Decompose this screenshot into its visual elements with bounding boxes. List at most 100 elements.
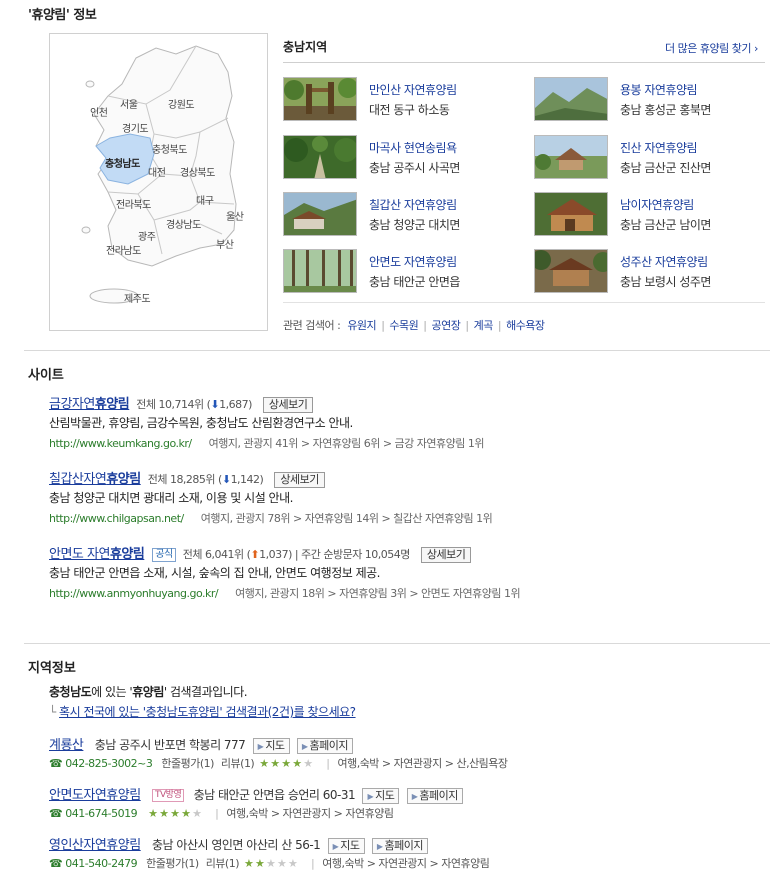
forest-name[interactable]: 안면도 자연휴양림 <box>369 253 457 270</box>
place-name-link[interactable]: 계룡산 <box>49 738 84 753</box>
regional-intro: 충청남도에 있는 '휴양림' 검색결과입니다. <box>49 685 248 699</box>
section-title-info: '휴양림' 정보 <box>28 8 97 23</box>
place-phone: ☎ 041-540-2479 <box>49 857 138 870</box>
forest-address: 충남 보령시 성주면 <box>620 275 711 289</box>
map-label-busan[interactable]: 부산 <box>216 236 234 251</box>
forest-thumbnail[interactable] <box>283 192 357 236</box>
map-label-chungbuk[interactable]: 충청북도 <box>152 141 187 156</box>
forest-name[interactable]: 진산 자연휴양림 <box>620 139 698 156</box>
detail-button[interactable]: 상세보기 <box>420 547 472 563</box>
forest-card[interactable]: 남이자연휴양림 충남 금산군 남이면 <box>534 192 769 236</box>
forest-card[interactable]: 만인산 자연휴양림 대전 동구 하소동 <box>283 77 518 121</box>
forest-address: 충남 청양군 대치면 <box>369 218 460 232</box>
map-button[interactable]: ▶ 지도 <box>362 787 400 804</box>
site-url[interactable]: http://www.keumkang.go.kr/ <box>49 437 192 450</box>
region-divider-bottom <box>283 302 765 303</box>
section-divider <box>24 643 770 644</box>
map-label-daegu[interactable]: 대구 <box>196 192 214 207</box>
place-name-link[interactable]: 안면도자연휴양림 <box>49 788 141 803</box>
map-label-gyeongnam[interactable]: 경상남도 <box>166 216 201 231</box>
forest-thumbnail[interactable] <box>283 77 357 121</box>
forest-address: 충남 금산군 진산면 <box>620 161 711 175</box>
map-label-jeju[interactable]: 제주도 <box>124 290 151 305</box>
forest-thumbnail[interactable] <box>534 192 608 236</box>
place-address: 충남 태안군 안면읍 승언리 60-31 <box>193 788 356 802</box>
star-filled-icon: ★ <box>259 756 269 770</box>
related-link[interactable]: 계곡 <box>474 319 494 332</box>
forest-thumbnail[interactable] <box>534 249 608 293</box>
tv-badge: TV방영 <box>152 789 185 802</box>
related-link[interactable]: 공연장 <box>432 319 461 332</box>
map-button[interactable]: ▶ 지도 <box>252 737 290 754</box>
forest-card[interactable]: 성주산 자연휴양림 충남 보령시 성주면 <box>534 249 769 293</box>
star-filled-icon: ★ <box>170 806 180 820</box>
forest-name[interactable]: 만인산 자연휴양림 <box>369 81 457 98</box>
place-category: 여행,숙박 > 자연관광지 > 산,산림욕장 <box>337 757 508 770</box>
star-empty-icon: ★ <box>277 856 287 870</box>
alt-search-link[interactable]: 혹시 전국에 있는 '충청남도휴양림' 검색결과(2건)를 찾으세요? <box>59 705 356 719</box>
place-review-count[interactable]: 한줄평가(1) <box>146 857 199 870</box>
play-icon: ▶ <box>367 791 374 801</box>
map-label-daejeon[interactable]: 대전 <box>148 164 166 179</box>
rating-stars: ★ ★ ★ ★ ★ <box>244 857 299 870</box>
site-url[interactable]: http://www.anmyonhuyang.go.kr/ <box>49 587 219 600</box>
related-link[interactable]: 해수욕장 <box>506 319 545 332</box>
forest-thumbnail[interactable] <box>534 77 608 121</box>
place-result: 영인산자연휴양림 충남 아산시 영인면 아산리 산 56-1 ▶ 지도 ▶ 홈페이지… <box>49 837 490 870</box>
site-category-path: 여행지, 관광지 78위 > 자연휴양림 14위 > 칠갑산 자연휴양림 1위 <box>200 512 493 525</box>
forest-card[interactable]: 마곡사 현연송림욕 충남 공주시 사곡면 <box>283 135 518 179</box>
site-rank: 전체 6,041위 (⬆1,037) | 주간 순방문자 10,054명 <box>182 548 411 561</box>
forest-card[interactable]: 진산 자연휴양림 충남 금산군 진산면 <box>534 135 769 179</box>
place-reviews[interactable]: 리뷰(1) <box>206 857 240 870</box>
map-label-incheon[interactable]: 인천 <box>90 104 108 119</box>
site-description: 충남 태안군 안면읍 소재, 시설, 숲속의 집 안내, 안면도 여행정보 제공… <box>49 566 381 580</box>
forest-thumbnail[interactable] <box>283 249 357 293</box>
forest-name[interactable]: 칠갑산 자연휴양림 <box>369 196 457 213</box>
forest-card[interactable]: 칠갑산 자연휴양림 충남 청양군 대치면 <box>283 192 518 236</box>
map-label-chungnam[interactable]: 충청남도 <box>105 155 140 170</box>
site-title-link[interactable]: 금강자연휴양림 <box>49 397 130 412</box>
homepage-button[interactable]: ▶ 홈페이지 <box>296 737 354 754</box>
forest-name[interactable]: 용봉 자연휴양림 <box>620 81 698 98</box>
forest-address: 충남 홍성군 홍북면 <box>620 103 711 117</box>
korea-map[interactable]: 서울 인천 강원도 경기도 충청북도 충청남도 대전 경상북도 전라북도 대구 … <box>49 33 268 331</box>
site-result: 안면도 자연휴양림 공식 전체 6,041위 (⬆1,037) | 주간 순방문… <box>49 543 749 601</box>
map-label-jeonnam[interactable]: 전라남도 <box>106 242 141 257</box>
weekly-visitors: | 주간 순방문자 10,054명 <box>294 548 411 561</box>
forest-name[interactable]: 마곡사 현연송림욕 <box>369 139 457 156</box>
homepage-button[interactable]: ▶ 홈페이지 <box>406 787 463 804</box>
forest-card[interactable]: 안면도 자연휴양림 충남 태안군 안면읍 <box>283 249 518 293</box>
map-label-gyeonggi[interactable]: 경기도 <box>122 120 149 135</box>
map-label-gwangju[interactable]: 광주 <box>138 228 156 243</box>
related-link[interactable]: 수목원 <box>389 319 418 332</box>
map-label-gyeongbuk[interactable]: 경상북도 <box>180 164 215 179</box>
place-reviews[interactable]: 리뷰(1) <box>221 757 255 770</box>
homepage-button[interactable]: ▶ 홈페이지 <box>371 837 429 854</box>
related-searches: 관련 검색어 : 유원지 | 수목원 | 공연장 | 계곡 | 해수욕장 <box>283 319 545 332</box>
map-label-ulsan[interactable]: 울산 <box>226 208 244 223</box>
detail-button[interactable]: 상세보기 <box>262 397 314 413</box>
forest-card[interactable]: 용봉 자연휴양림 충남 홍성군 홍북면 <box>534 77 769 121</box>
forest-name[interactable]: 성주산 자연휴양림 <box>620 253 708 270</box>
detail-button[interactable]: 상세보기 <box>274 472 325 488</box>
place-result: 계룡산 충남 공주시 반포면 학봉리 777 ▶ 지도 ▶ 홈페이지 ☎ 042-8… <box>49 737 508 770</box>
related-link[interactable]: 유원지 <box>347 319 376 332</box>
forest-thumbnail[interactable] <box>534 135 608 179</box>
site-url[interactable]: http://www.chilgapsan.net/ <box>49 512 184 525</box>
site-title-link[interactable]: 칠갑산자연휴양림 <box>49 472 141 487</box>
site-title-link[interactable]: 안면도 자연휴양림 <box>49 547 145 562</box>
place-review-count[interactable]: 한줄평가(1) <box>161 757 214 770</box>
map-button[interactable]: ▶ 지도 <box>327 837 365 854</box>
star-empty-icon: ★ <box>303 756 313 770</box>
more-forests-link[interactable]: 더 많은 휴양림 찾기 › <box>665 40 758 56</box>
star-filled-icon: ★ <box>181 806 191 820</box>
korea-map-shape <box>81 45 237 304</box>
map-label-seoul[interactable]: 서울 <box>120 96 138 111</box>
map-label-gangwon[interactable]: 강원도 <box>168 96 195 111</box>
map-label-jeonbuk[interactable]: 전라북도 <box>116 196 151 211</box>
forest-thumbnail[interactable] <box>283 135 357 179</box>
forest-name[interactable]: 남이자연휴양림 <box>620 196 694 213</box>
place-name-link[interactable]: 영인산자연휴양림 <box>49 838 141 853</box>
star-empty-icon: ★ <box>266 856 276 870</box>
regional-alt-suggestion[interactable]: └ 혹시 전국에 있는 '충청남도휴양림' 검색결과(2건)를 찾으세요? <box>49 703 356 720</box>
